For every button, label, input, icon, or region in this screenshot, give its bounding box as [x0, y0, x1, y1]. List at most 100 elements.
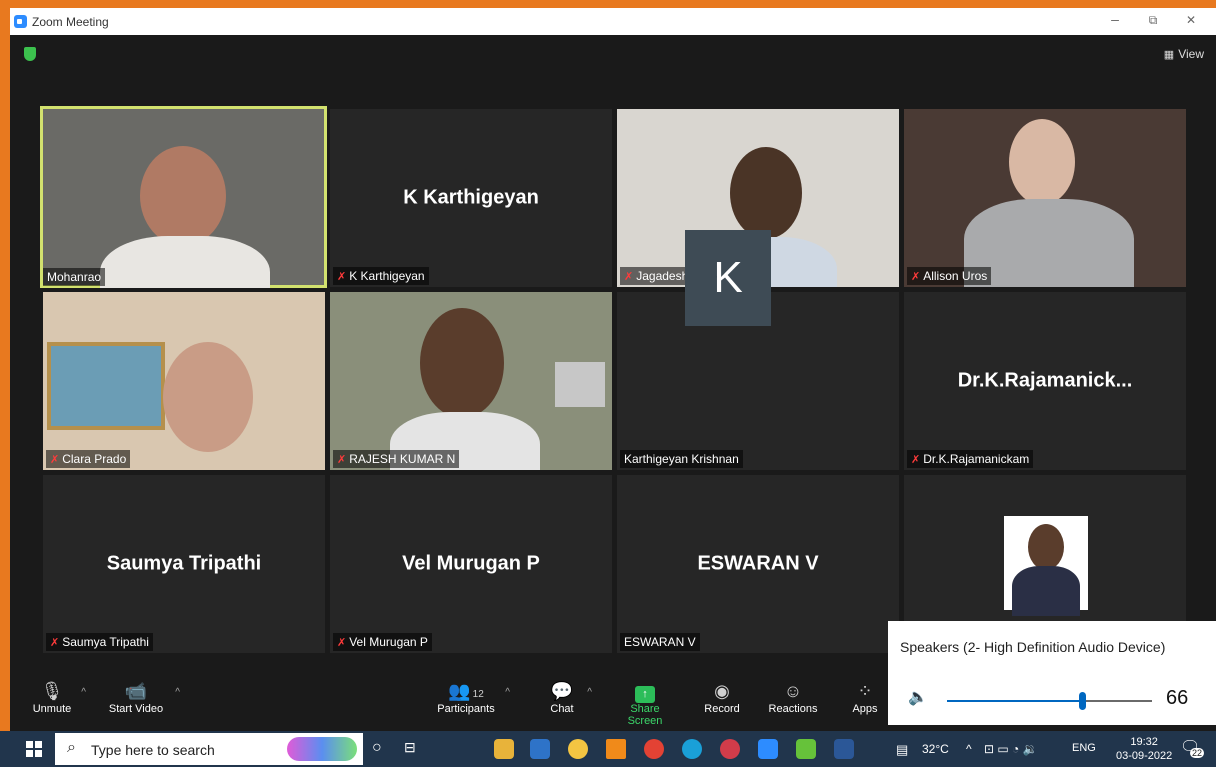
video-off-icon: 📹 — [124, 681, 148, 701]
cortana-icon[interactable]: ○ — [372, 739, 382, 757]
chevron-up-icon[interactable]: ^ — [587, 687, 592, 698]
reactions-button[interactable]: ☺ Reactions — [768, 679, 818, 715]
record-button[interactable]: ◉ Record — [702, 679, 742, 715]
chevron-up-icon[interactable]: ^ — [175, 687, 180, 698]
download-manager-icon[interactable] — [796, 739, 816, 759]
avatar: K — [685, 230, 771, 326]
taskbar-clock[interactable]: 19:32 03-09-2022 — [1116, 735, 1172, 763]
participants-count: 12 — [472, 689, 484, 700]
participants-button[interactable]: 👥 12 ^ Participants — [436, 679, 510, 715]
zoom-logo-icon — [14, 15, 27, 28]
media-app-icon[interactable] — [720, 739, 740, 759]
clock-time: 19:32 — [1130, 736, 1158, 748]
zoom-taskbar-icon[interactable] — [758, 739, 778, 759]
participant-name-label: ✗ K Karthigeyan — [333, 267, 429, 285]
task-view-icon[interactable]: ⊟ — [404, 739, 416, 756]
participant-name-label: ✗ Saumya Tripathi — [46, 633, 153, 651]
video-tile-dr-k-rajamanickam[interactable]: Dr.K.Rajamanick... ✗ Dr.K.Rajamanickam — [904, 292, 1186, 470]
edge-icon[interactable] — [682, 739, 702, 759]
share-screen-button[interactable]: ↑ Share Screen — [612, 679, 678, 727]
apps-button[interactable]: ⁘ Apps — [850, 679, 880, 715]
unmute-button[interactable]: 🎙 ^ Unmute — [32, 679, 86, 715]
volume-value: 66 — [1166, 687, 1189, 709]
video-tile-saumya-tripathi[interactable]: Saumya Tripathi ✗ Saumya Tripathi — [43, 475, 325, 653]
speaker-volume-popup: Speakers (2- High Definition Audio Devic… — [888, 621, 1216, 725]
word-icon[interactable] — [834, 739, 854, 759]
windows-start-icon[interactable] — [26, 741, 42, 757]
muted-mic-icon: ✗ — [911, 271, 921, 283]
participant-name-label: ✗ RAJESH KUMAR N — [333, 450, 460, 468]
volume-slider-thumb[interactable] — [1079, 692, 1087, 710]
record-icon: ◉ — [714, 681, 730, 701]
close-button[interactable]: ✕ — [1176, 13, 1206, 27]
volume-slider[interactable] — [947, 692, 1152, 710]
windows-taskbar: ⌕ Type here to search ○ ⊟ ▤ 32°C ^ ⊡ ▭ ◔… — [0, 731, 1216, 767]
chrome-icon[interactable] — [644, 739, 664, 759]
video-tile-profile-photo[interactable] — [904, 475, 1186, 625]
wall-painting — [47, 342, 165, 430]
participant-display-name: Vel Murugan P — [402, 552, 540, 575]
encryption-shield-icon[interactable] — [24, 47, 36, 61]
search-icon: ⌕ — [67, 739, 76, 756]
muted-mic-icon: ✗ — [911, 454, 921, 466]
participant-name-label: ✗ Vel Murugan P — [333, 633, 432, 651]
participant-face — [163, 342, 253, 452]
news-widget-icon[interactable]: ▤ — [896, 742, 908, 758]
show-hidden-icons-icon[interactable]: ^ — [966, 742, 972, 756]
start-video-button[interactable]: 📹 ^ Start Video — [106, 679, 180, 715]
muted-mic-icon: ✗ — [624, 271, 634, 283]
photo-face — [1028, 524, 1064, 570]
chevron-up-icon[interactable]: ^ — [81, 687, 86, 698]
apps-icon: ⁘ — [857, 681, 873, 701]
window-title: Zoom Meeting — [32, 15, 109, 29]
muted-mic-icon: ✗ — [50, 454, 60, 466]
video-tile-eswaran-v[interactable]: ESWARAN V ESWARAN V — [617, 475, 899, 653]
language-indicator[interactable]: ENG — [1072, 742, 1096, 754]
vlc-icon[interactable] — [606, 739, 626, 759]
taskbar-search-box[interactable]: ⌕ Type here to search — [55, 733, 363, 765]
photo-suit — [1012, 566, 1080, 616]
clock-date: 03-09-2022 — [1116, 750, 1173, 762]
search-placeholder: Type here to search — [91, 742, 215, 758]
media-player-icon[interactable] — [568, 739, 588, 759]
grid-icon: ▦ — [1163, 49, 1175, 61]
chat-button[interactable]: 💬 ^ Chat — [546, 679, 592, 715]
video-tile-vel-murugan-p[interactable]: Vel Murugan P ✗ Vel Murugan P — [330, 475, 612, 653]
video-tile-k-karthigeyan[interactable]: K Karthigeyan ✗ K Karthigeyan — [330, 109, 612, 287]
unmute-label: Unmute — [32, 703, 72, 715]
participant-display-name: ESWARAN V — [697, 552, 819, 575]
participant-face — [420, 308, 504, 418]
participant-name-label: ✗ Allison Uros — [907, 267, 992, 285]
temperature[interactable]: 32°C — [922, 742, 949, 756]
tray-icons[interactable]: ⊡ ▭ ◔ 🔉 — [984, 742, 1038, 756]
title-bar: Zoom Meeting – ⧉ ✕ — [10, 8, 1216, 35]
video-tile-clara-prado[interactable]: ✗ Clara Prado — [43, 292, 325, 470]
minimize-button[interactable]: – — [1100, 11, 1130, 27]
participant-display-name: Saumya Tripathi — [106, 552, 262, 575]
video-tile-allison-uros[interactable]: ✗ Allison Uros — [904, 109, 1186, 287]
calculator-app-icon[interactable] — [530, 739, 550, 759]
meeting-top-bar: ▦ View — [10, 35, 1216, 75]
reactions-label: Reactions — [768, 703, 818, 715]
participant-display-name: K Karthigeyan — [403, 186, 539, 209]
share-screen-label: Share Screen — [627, 703, 663, 727]
audio-device-name: Speakers (2- High Definition Audio Devic… — [900, 639, 1166, 655]
participant-shirt — [100, 236, 270, 288]
muted-mic-icon: ✗ — [50, 637, 60, 649]
video-tile-mohanrao[interactable]: Mohanrao — [40, 106, 327, 288]
participant-face — [140, 146, 226, 246]
view-button[interactable]: ▦ View — [1164, 47, 1204, 61]
maximize-button[interactable]: ⧉ — [1138, 13, 1168, 28]
muted-mic-icon: ✗ — [337, 271, 347, 283]
chat-icon: 💬 — [550, 681, 574, 701]
file-explorer-icon[interactable] — [494, 739, 514, 759]
view-label: View — [1178, 47, 1204, 61]
video-tile-rajesh-kumar-n[interactable]: ✗ RAJESH KUMAR N — [330, 292, 612, 470]
muted-mic-icon: ✗ — [337, 454, 347, 466]
participant-display-name: Dr.K.Rajamanick... — [957, 369, 1133, 392]
chat-label: Chat — [550, 703, 574, 715]
participants-label: Participants — [437, 703, 495, 715]
participants-icon: 👥 12 — [448, 681, 484, 701]
chevron-up-icon[interactable]: ^ — [505, 687, 510, 698]
speaker-icon[interactable]: 🔈 — [908, 687, 928, 707]
